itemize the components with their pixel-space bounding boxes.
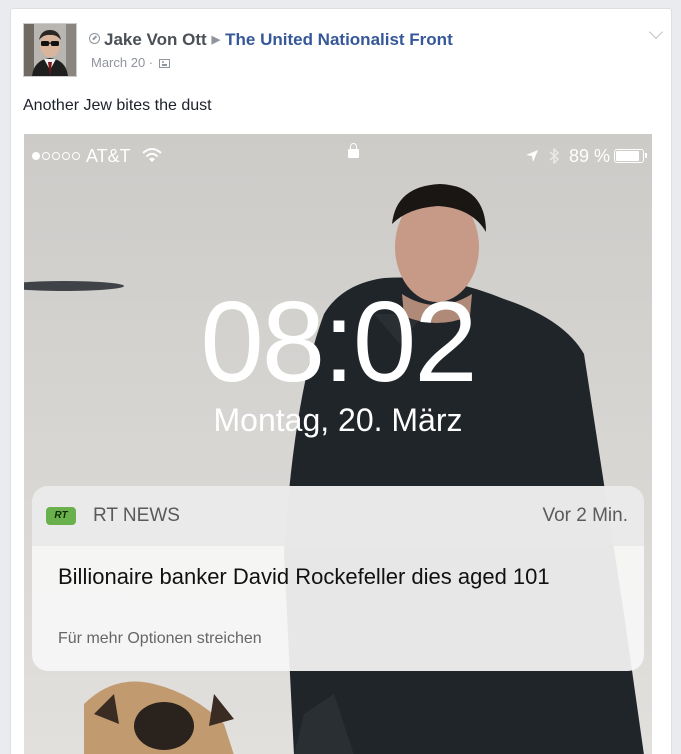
signal-dot bbox=[62, 152, 70, 160]
chevron-down-icon[interactable] bbox=[648, 24, 664, 40]
carrier-signal: AT&T bbox=[32, 146, 163, 167]
carrier-name: AT&T bbox=[86, 146, 131, 166]
post-photo[interactable]: AT&T 89 % 08:02 Montag, 20. März RT RT N… bbox=[24, 134, 652, 754]
notification-title: Billionaire banker David Rockefeller die… bbox=[58, 564, 550, 589]
post-text: Another Jew bites the dust bbox=[23, 97, 212, 114]
lockscreen-date: Montag, 20. März bbox=[213, 402, 463, 438]
notification-app-name: RT NEWS bbox=[93, 505, 180, 526]
lockscreen-time: 08:02 bbox=[200, 279, 477, 406]
battery-icon bbox=[614, 149, 647, 163]
status-right: 89 % bbox=[525, 146, 610, 167]
signal-dot bbox=[42, 152, 50, 160]
privacy-icon[interactable] bbox=[158, 59, 170, 68]
lock-icon bbox=[348, 143, 359, 158]
notification-hint: Für mehr Optionen streichen bbox=[58, 630, 262, 647]
bluetooth-icon bbox=[549, 147, 560, 165]
post-card: Jake Von Ott ▶ The United Nationalist Fron… bbox=[10, 8, 672, 754]
avatar-image bbox=[24, 24, 76, 76]
verified-icon bbox=[89, 33, 100, 44]
avatar[interactable] bbox=[23, 23, 77, 77]
post-date[interactable]: March 20 · bbox=[91, 55, 153, 70]
notification-card[interactable]: RT RT NEWS Vor 2 Min. Billionaire banker… bbox=[32, 486, 644, 671]
post-meta: March 20 · bbox=[91, 55, 170, 70]
notification-header: RT RT NEWS Vor 2 Min. bbox=[32, 486, 644, 546]
signal-dot bbox=[52, 152, 60, 160]
signal-dot bbox=[32, 152, 40, 160]
signal-dot bbox=[72, 152, 80, 160]
wifi-icon bbox=[142, 148, 163, 162]
author-name[interactable]: Jake Von Ott bbox=[104, 30, 207, 49]
group-name[interactable]: The United Nationalist Front bbox=[225, 30, 453, 49]
location-icon bbox=[525, 150, 538, 162]
post-header: Jake Von Ott ▶ The United Nationalist Fron… bbox=[89, 29, 453, 51]
rt-app-icon: RT bbox=[46, 507, 76, 525]
battery-percent: 89 % bbox=[568, 146, 610, 166]
status-bar: AT&T 89 % bbox=[32, 143, 647, 168]
share-arrow-icon: ▶ bbox=[211, 34, 221, 46]
notification-time: Vor 2 Min. bbox=[542, 505, 628, 526]
